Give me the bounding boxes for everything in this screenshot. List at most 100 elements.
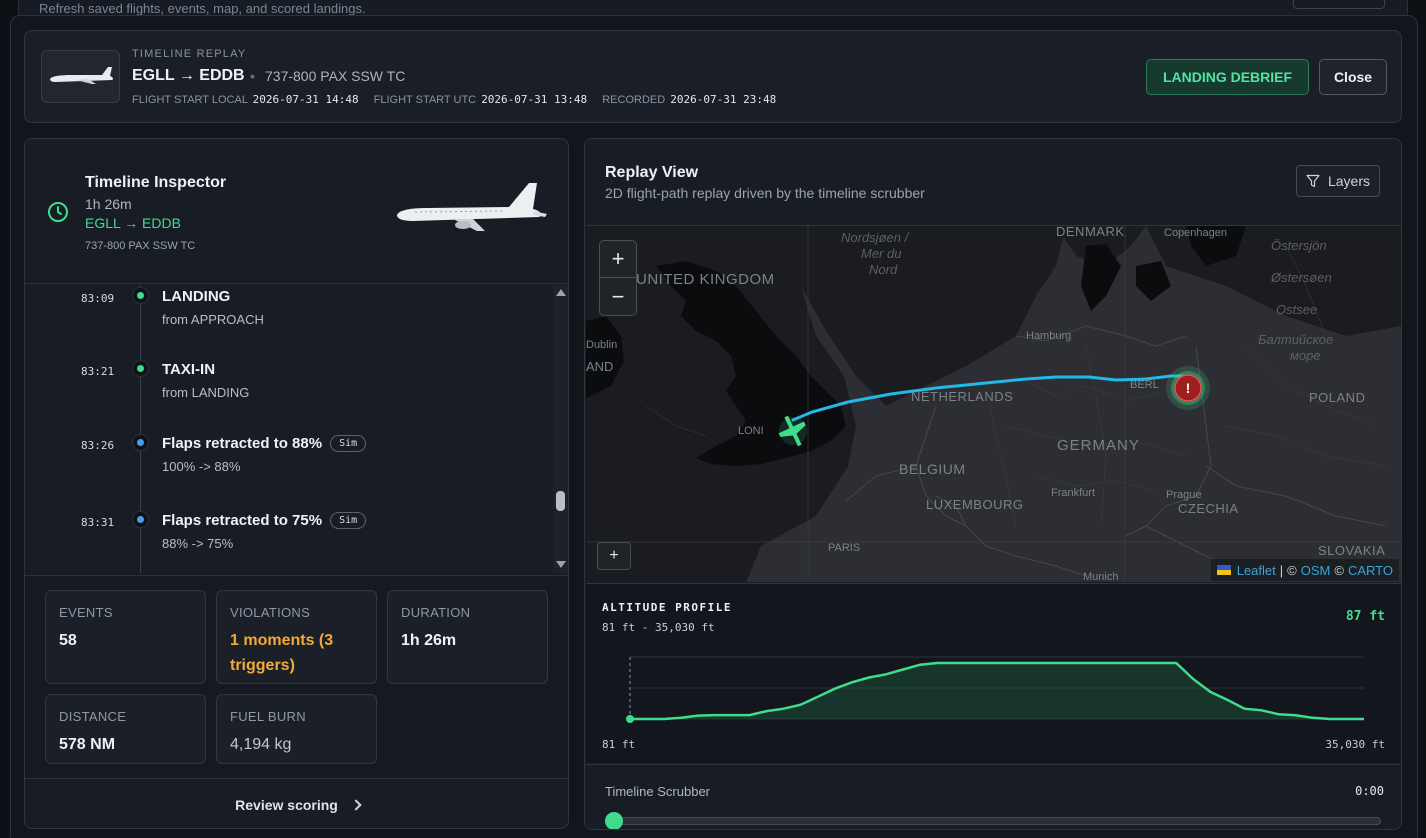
timeline-event[interactable]: 83:09 LANDING from APPROACH [25,285,553,345]
map-label-dublin: Dublin [586,339,617,351]
altitude-profile: ALTITUDE PROFILE 81 ft - 35,030 ft 87 ft… [586,583,1401,763]
inspector-route: EGLL → EDDB [85,215,181,231]
stat-violations: VIOLATIONS 1 moments (3 triggers) [216,590,377,684]
map-label-belgium: BELGIUM [899,461,966,477]
map-label-uk: UNITED KINGDOM [636,271,775,288]
stat-distance: DISTANCE 578 NM [45,694,206,764]
map-label-luxembourg: LUXEMBOURG [926,497,1023,512]
separator-dot: • [250,68,255,84]
alert-glyph: ! [1186,380,1191,396]
event-title-text: Flaps retracted to 75% [162,512,323,529]
map-label-and: AND [586,359,613,374]
landing-debrief-button[interactable]: LANDING DEBRIEF [1146,59,1309,95]
osm-link[interactable]: OSM [1301,563,1331,578]
event-title-text: Flaps retracted to 88% [162,435,323,452]
scrollbar-thumb[interactable] [556,491,565,511]
map-label-copenhagen: Copenhagen [1164,227,1227,239]
stat-events: EVENTS 58 [45,590,206,684]
event-title: LANDING [162,288,231,305]
timeline-event[interactable]: 83:26 Flaps retracted to 88% Sim 100% -> … [25,432,553,492]
flight-map[interactable]: UNITED KINGDOM Nordsjøen / Mer du Nord D… [586,225,1401,582]
attribution-separator: | [1279,562,1284,578]
event-title: TAXI-IN [162,361,216,378]
leaflet-link[interactable]: Leaflet [1237,563,1276,578]
event-subtitle: from APPROACH [162,312,264,327]
layers-label: Layers [1327,173,1371,189]
map-label-denmark: DENMARK [1056,226,1125,239]
timeline-scrubber: Timeline Scrubber 0:00 [586,764,1401,829]
replay-header: TIMELINE REPLAY EGLL → EDDB • 737-800 PA… [24,30,1402,123]
map-label-frankfurt: Frankfurt [1051,487,1095,499]
scroll-down-arrow-icon[interactable] [556,561,566,568]
close-button[interactable]: Close [1319,59,1387,95]
event-title: Flaps retracted to 88% Sim [162,435,367,452]
scroll-up-arrow-icon[interactable] [556,289,566,296]
map-label-baltic-2: море [1290,348,1321,363]
background-button [1293,0,1385,9]
event-time: 83:26 [81,439,115,452]
timeline-event[interactable]: 83:21 TAXI-IN from LANDING [25,358,553,418]
map-zoom-control: + − [599,240,637,316]
map-label-north-sea-2: Mer du [861,246,901,261]
altitude-cursor-dot [626,715,634,723]
scrubber-handle[interactable] [605,812,623,829]
timeline-inspector-panel: Timeline Inspector 1h 26m EGLL → EDDB 73… [24,138,569,829]
map-label-london: LONI [738,425,764,437]
event-title: Flaps retracted to 75% Sim [162,512,367,529]
zoom-in-button[interactable]: + [600,241,636,278]
altitude-low-label: 81 ft [602,738,636,751]
event-marker [132,434,149,451]
stat-label: VIOLATIONS [230,605,311,620]
map-canvas: UNITED KINGDOM Nordsjøen / Mer du Nord D… [586,226,1401,582]
timeline-scrollbar[interactable] [553,285,568,573]
airplane-icon [50,67,114,84]
event-marker [132,360,149,377]
map-label-paris: PARIS [828,542,860,554]
airplane-image [397,183,547,231]
meta-value-recorded: 2026-07-31 23:48 [670,93,777,106]
alert-marker-icon: ! [1166,366,1210,410]
inspector-aircraft: 737-800 PAX SSW TC [85,240,196,252]
stat-label: EVENTS [59,605,113,620]
map-label-netherlands: NETHERLANDS [911,389,1013,404]
ukraine-flag-icon [1216,565,1231,575]
event-marker [132,511,149,528]
chevron-right-icon [350,798,362,811]
stat-label: DISTANCE [59,709,127,724]
map-label-ostersoen: Østersøen [1270,270,1332,285]
stat-value: 1 moments (3 triggers) [230,632,334,674]
header-route: EGLL → EDDB [132,67,245,84]
meta-value-start-utc: 2026-07-31 13:48 [481,93,588,106]
aircraft-thumbnail [41,50,120,103]
background-hint-text: Refresh saved flights, events, map, and … [39,1,366,16]
event-subtitle: 88% -> 75% [162,536,234,551]
meta-label-recorded: RECORDED [602,94,666,106]
timeline-event[interactable]: 83:31 Flaps retracted to 75% Sim 88% -> 7… [25,509,553,569]
map-expand-button[interactable]: + [597,542,631,570]
scrubber-track[interactable] [607,817,1381,825]
carto-link[interactable]: CARTO [1348,563,1393,578]
meta-label-start-local: FLIGHT START LOCAL [132,94,248,106]
event-time: 83:21 [81,365,115,378]
map-label-munich: Munich [1083,571,1118,582]
event-time: 83:31 [81,516,115,529]
flight-stats: EVENTS 58 VIOLATIONS 1 moments (3 trigge… [25,575,568,778]
altitude-current: 87 ft [1345,609,1385,624]
meta-value-start-local: 2026-07-31 14:48 [252,93,359,106]
map-label-slovakia: SLOVAKIA [1318,543,1385,558]
map-label-poland: POLAND [1309,390,1365,405]
map-label-germany: GERMANY [1057,437,1140,454]
stat-label: FUEL BURN [230,709,306,724]
layers-button[interactable]: Layers [1296,165,1380,197]
review-scoring-link[interactable]: Review scoring [25,778,568,828]
map-attribution: Leaflet | © OSM © CARTO [1210,559,1399,581]
map-label-baltic: Балтийское [1258,332,1333,347]
map-label-ostsee: Ostsee [1276,302,1317,317]
attribution-copyright: © [1287,562,1297,578]
map-label-north-sea: Nordsjøen / [841,230,910,245]
zoom-out-button[interactable]: − [600,278,636,315]
sim-badge: Sim [330,512,367,529]
header-aircraft: 737-800 PAX SSW TC [265,68,406,84]
replay-title: Replay View [605,164,699,181]
header-eyebrow: TIMELINE REPLAY [132,48,247,60]
